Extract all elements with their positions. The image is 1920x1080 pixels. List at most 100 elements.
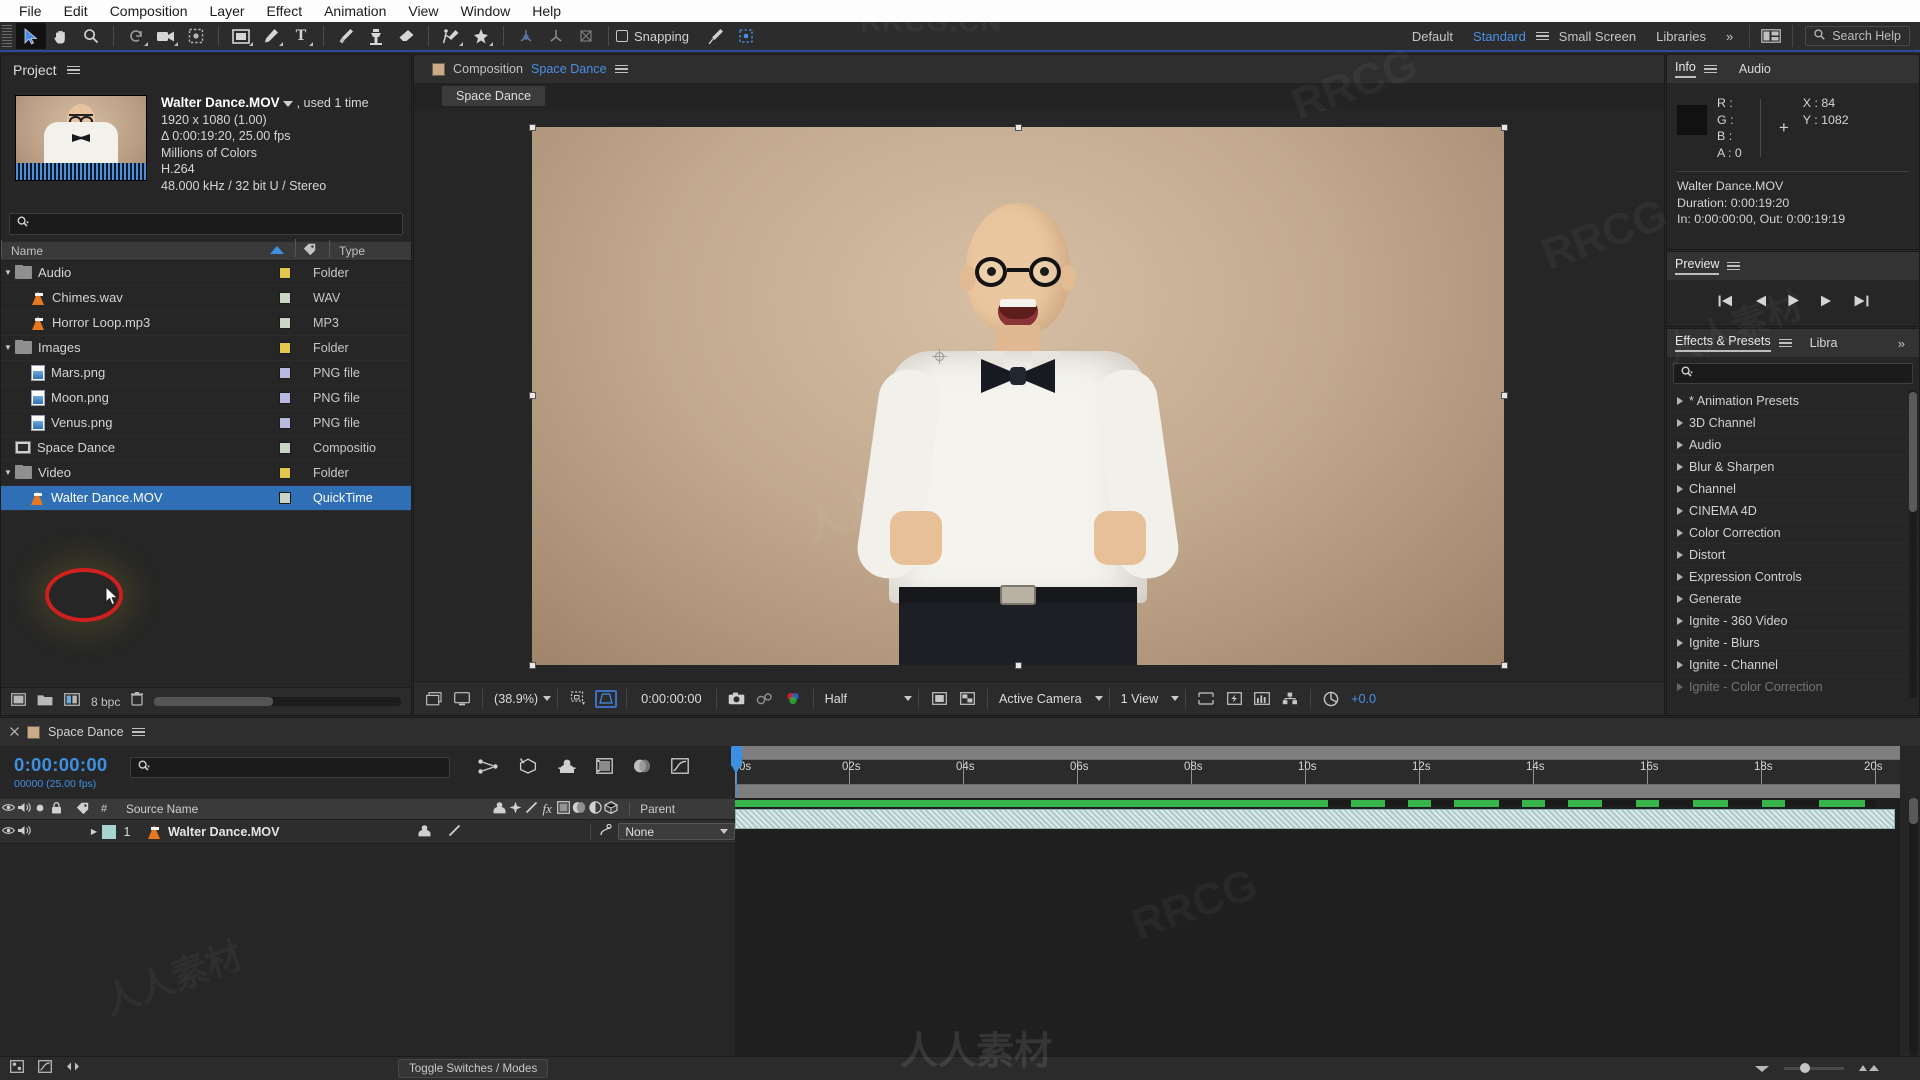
project-search-input[interactable]: [9, 212, 403, 235]
3d-layer-icon[interactable]: [603, 801, 619, 817]
column-name[interactable]: Name: [1, 239, 269, 258]
label-swatch[interactable]: [279, 316, 291, 329]
workspace-libraries[interactable]: Libraries: [1646, 29, 1716, 44]
zoom-out-icon[interactable]: [1754, 1062, 1770, 1076]
effects-icon[interactable]: fx: [539, 801, 555, 817]
effects-item-expression-controls[interactable]: Expression Controls: [1667, 566, 1919, 588]
effects-item-channel[interactable]: Channel: [1667, 478, 1919, 500]
bit-depth-label[interactable]: 8 bpc: [91, 695, 120, 709]
label-swatch[interactable]: [279, 466, 291, 479]
asset-dropdown-icon[interactable]: [283, 100, 294, 107]
zoom-level[interactable]: (38.9%): [489, 692, 543, 706]
eye-icon[interactable]: [0, 803, 16, 815]
channel-icon[interactable]: [779, 687, 807, 711]
layer-color-swatch[interactable]: [102, 824, 116, 839]
project-row-audio[interactable]: ▼ Audio Folder: [1, 261, 411, 286]
selection-handle[interactable]: [529, 662, 536, 669]
toggle-alpha-icon[interactable]: [953, 687, 981, 711]
tab-info[interactable]: Info: [1675, 60, 1696, 78]
project-row-walter-dance-mov[interactable]: Walter Dance.MOV QuickTime: [1, 485, 411, 511]
shape-tool-icon[interactable]: [226, 23, 256, 49]
column-parent[interactable]: Parent: [629, 802, 675, 816]
selection-handle[interactable]: [529, 392, 536, 399]
play-icon[interactable]: [1787, 294, 1800, 310]
pan-behind-tool-icon[interactable]: [181, 23, 211, 49]
project-row-venus-png[interactable]: Venus.png PNG file: [1, 411, 411, 436]
effects-scrollbar[interactable]: [1909, 392, 1917, 512]
resolution-value[interactable]: Half: [820, 692, 852, 706]
effects-search-input[interactable]: [1673, 363, 1913, 384]
menu-item-effect[interactable]: Effect: [256, 0, 314, 22]
timeline-icon[interactable]: [1248, 687, 1276, 711]
graph-editor-icon[interactable]: [671, 758, 689, 779]
twirl-right-icon[interactable]: [1677, 616, 1683, 625]
view-mode-value[interactable]: Active Camera: [994, 692, 1087, 706]
tab-libraries[interactable]: Libra: [1810, 336, 1838, 350]
panel-menu-icon[interactable]: [1778, 336, 1792, 350]
region-of-interest-icon[interactable]: [564, 687, 592, 711]
layer-clip-bar[interactable]: [735, 809, 1895, 829]
timeline-track-area[interactable]: [735, 798, 1900, 1056]
project-row-horror-loop-mp3[interactable]: Horror Loop.mp3 MP3: [1, 311, 411, 336]
project-row-space-dance[interactable]: Space Dance Compositio: [1, 436, 411, 461]
selection-handle[interactable]: [1015, 124, 1022, 131]
twirl-right-icon[interactable]: [1677, 572, 1683, 581]
view-count-value[interactable]: 1 View: [1116, 692, 1164, 706]
quality-icon[interactable]: [523, 801, 539, 817]
label-swatch[interactable]: [279, 291, 291, 304]
guides-icon[interactable]: [1192, 687, 1220, 711]
reset-exposure-icon[interactable]: [1317, 687, 1345, 711]
frame-blend-icon[interactable]: [555, 801, 571, 817]
menu-item-view[interactable]: View: [397, 0, 449, 22]
hand-tool-icon[interactable]: [46, 23, 76, 49]
effects-item-cinema-4d[interactable]: CINEMA 4D: [1667, 500, 1919, 522]
label-swatch[interactable]: [279, 491, 291, 504]
toggle-switches-modes-button[interactable]: [10, 1059, 24, 1078]
project-row-moon-png[interactable]: Moon.png PNG file: [1, 386, 411, 411]
twirl-right-icon[interactable]: [1677, 550, 1683, 559]
lock-icon[interactable]: [48, 801, 64, 817]
layer-audio-toggle[interactable]: [16, 825, 32, 839]
toggle-mask-icon[interactable]: [925, 687, 953, 711]
exposure-value[interactable]: +0.0: [1345, 692, 1376, 706]
parent-dropdown[interactable]: None: [618, 823, 735, 840]
first-frame-icon[interactable]: [1718, 294, 1733, 310]
search-help-box[interactable]: Search Help: [1805, 26, 1910, 46]
monitor-icon[interactable]: [448, 687, 476, 711]
timeline-ruler[interactable]: 0s 02s 04s 06s 08s 10s 12s 14s 16s 18s 2…: [731, 746, 1900, 798]
label-icon[interactable]: [74, 802, 90, 817]
label-swatch[interactable]: [279, 391, 291, 404]
fast-preview-icon[interactable]: [1220, 687, 1248, 711]
label-swatch[interactable]: [279, 441, 291, 454]
menu-item-window[interactable]: Window: [449, 0, 521, 22]
effects-item-ignite-blurs[interactable]: Ignite - Blurs: [1667, 632, 1919, 654]
menu-item-edit[interactable]: Edit: [53, 0, 99, 22]
chevron-down-icon[interactable]: [1094, 696, 1103, 701]
twirl-right-icon[interactable]: [1677, 440, 1683, 449]
twirl-icon[interactable]: ▼: [1, 268, 15, 277]
timeline-vertical-scrollbar[interactable]: [1909, 798, 1918, 1056]
selection-handle[interactable]: [1501, 124, 1508, 131]
camera-tool-icon[interactable]: [151, 23, 181, 49]
axis-local-icon[interactable]: [511, 23, 541, 49]
effects-item-generate[interactable]: Generate: [1667, 588, 1919, 610]
effects-item-audio[interactable]: Audio: [1667, 434, 1919, 456]
new-comp-icon[interactable]: [11, 692, 26, 711]
snapping-checkbox[interactable]: [616, 30, 628, 42]
twirl-right-icon[interactable]: [1677, 418, 1683, 427]
motion-blur-icon[interactable]: [633, 758, 651, 779]
hide-shy-layers-icon[interactable]: [558, 758, 576, 779]
pen-tool-icon[interactable]: [256, 23, 286, 49]
snapshot-icon[interactable]: [723, 687, 751, 711]
workspace-default[interactable]: Default: [1402, 29, 1463, 44]
project-row-chimes-wav[interactable]: Chimes.wav WAV: [1, 286, 411, 311]
draft-3d-icon[interactable]: [518, 758, 538, 779]
twirl-right-icon[interactable]: [1677, 528, 1683, 537]
menu-item-animation[interactable]: Animation: [313, 0, 397, 22]
panel-menu-icon[interactable]: [614, 62, 628, 76]
sort-ascending-icon[interactable]: [269, 244, 285, 258]
project-settings-icon[interactable]: [64, 692, 80, 711]
menu-item-help[interactable]: Help: [521, 0, 572, 22]
timeline-layer-row[interactable]: ▶ 1 Walter Dance.MOV None: [0, 820, 735, 844]
twirl-right-icon[interactable]: [1677, 506, 1683, 515]
